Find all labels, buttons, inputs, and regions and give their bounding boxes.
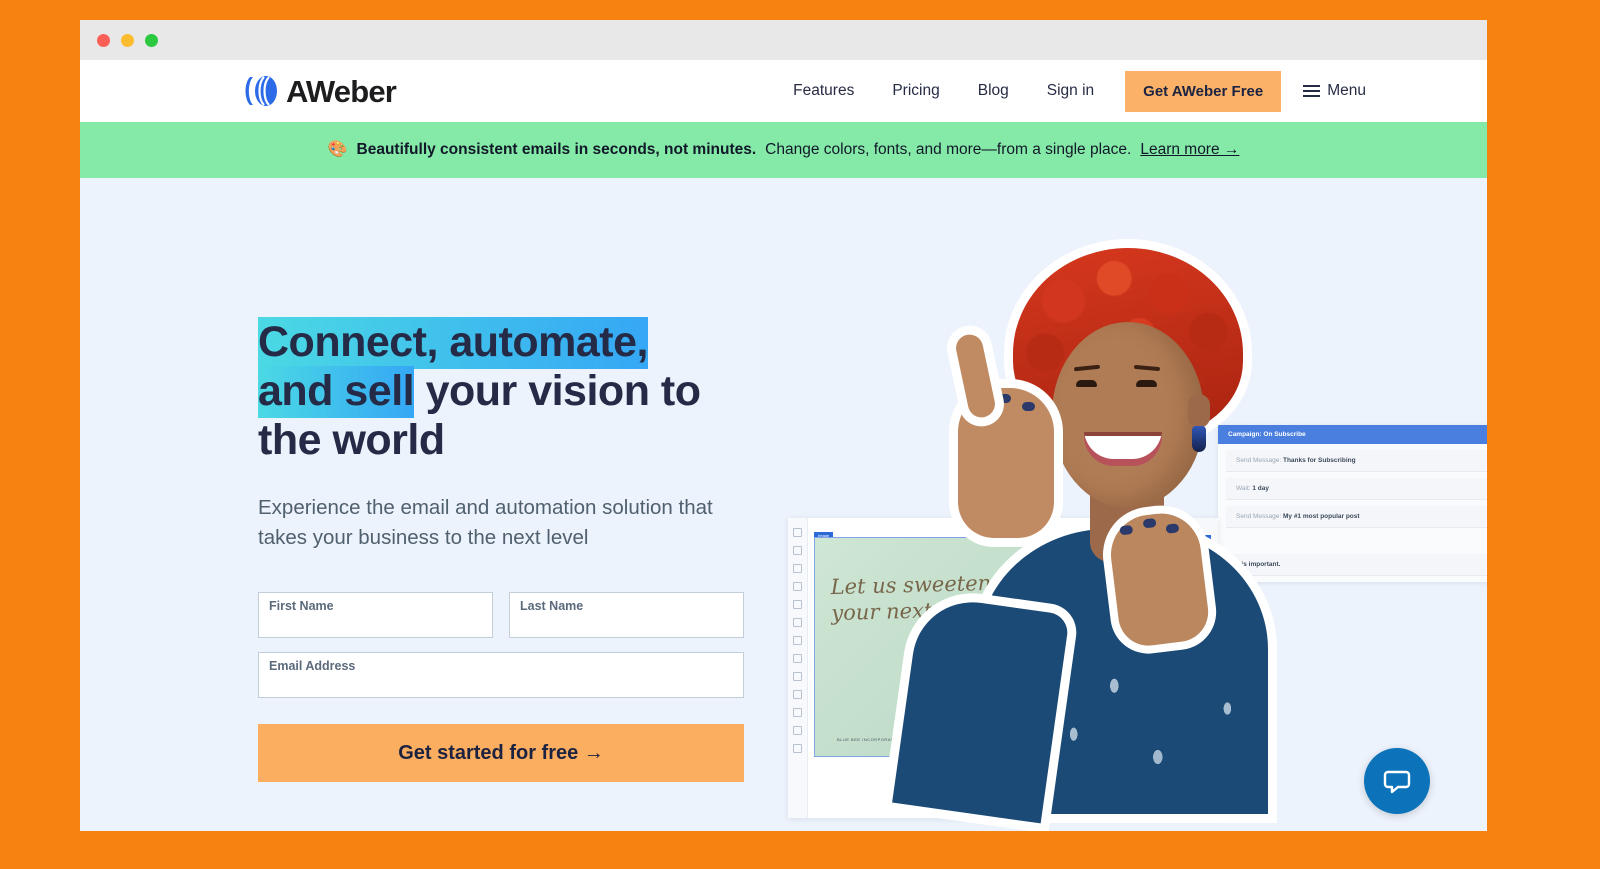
headline-highlight-2: and sell [258,366,415,419]
maximize-window-button[interactable] [145,33,158,47]
hero-copy-column: Connect, automate, and sell your vision … [258,317,758,783]
page-title: Connect, automate, and sell your vision … [258,317,758,465]
pencil-tool-icon[interactable] [793,672,802,681]
first-name-field[interactable]: First Name [258,592,493,639]
close-window-button[interactable] [97,33,110,47]
live-chat-button[interactable] [1364,748,1430,814]
hamburger-icon [1303,85,1321,97]
signup-form: First Name Last Name Email Address Get s… [258,592,744,783]
email-input[interactable] [259,653,743,698]
editor-toolbar [788,518,808,818]
spacer-tool-icon[interactable] [793,690,802,699]
person-arm [892,594,1070,824]
browser-window: AWeber Features Pricing Blog Sign in Get… [80,20,1487,831]
hero-person-photo [892,214,1320,824]
headline-line-3: the world [258,416,445,465]
primary-nav: Features Pricing Blog Sign in Get AWeber… [774,70,1366,112]
aweber-logo[interactable]: AWeber [242,73,397,109]
aweber-logo-icon [245,76,277,106]
headline-highlight-1: Connect, automate, [258,317,649,369]
signature-tool-icon[interactable] [793,618,802,627]
chat-bubble-icon [1383,770,1411,794]
minimize-window-button[interactable] [121,33,134,47]
coupon-tool-icon[interactable] [793,654,802,663]
hero-section: Connect, automate, and sell your vision … [80,178,1487,831]
nav-link-features[interactable]: Features [774,82,873,100]
rss-tool-icon[interactable] [793,726,802,735]
text-tool-icon[interactable] [793,528,802,537]
image-tool-icon[interactable] [793,546,802,555]
person-eye-right [1136,380,1157,387]
person-earring [1192,426,1206,452]
aweber-logo-text: AWeber [286,73,397,109]
nav-link-blog[interactable]: Blog [959,82,1028,100]
person-nail [1165,523,1180,534]
nav-link-pricing[interactable]: Pricing [873,82,958,100]
video-tool-icon[interactable] [793,582,802,591]
get-started-button[interactable]: Get started for free → [258,724,744,783]
person-face [1052,322,1204,508]
menu-label: Menu [1327,82,1366,99]
email-brand-logo: BLUE BEE INCORPORATED [837,737,901,742]
divider-tool-icon[interactable] [793,636,802,645]
browser-titlebar [80,20,1487,60]
headline-line-1: Connect, automate, [258,317,758,369]
headline-line-2: and sell your vision to [258,366,758,419]
banner-headline: Beautifully consistent emails in seconds… [356,141,757,158]
button-tool-icon[interactable] [793,564,802,573]
announcement-banner: 🎨 Beautifully consistent emails in secon… [80,122,1487,178]
person-hand-right [1106,509,1212,649]
settings-tool-icon[interactable] [793,744,802,753]
first-name-input[interactable] [259,593,492,638]
menu-toggle[interactable]: Menu [1303,82,1366,100]
hero-illustration: Campaign: On Subscribe Send Message: Tha… [780,178,1487,824]
banner-subtext: Change colors, fonts, and more—from a si… [765,141,1132,158]
person-ear [1188,394,1210,428]
person-pointing-finger [953,332,998,420]
palette-icon: 🎨 [327,141,348,158]
banner-learn-more-link[interactable]: Learn more → [1140,141,1239,159]
person-nail [1142,517,1157,529]
person-nail [998,394,1011,403]
site-header: AWeber Features Pricing Blog Sign in Get… [80,60,1487,122]
last-name-field[interactable]: Last Name [509,592,744,639]
person-nail [1022,402,1035,411]
share-tool-icon[interactable] [793,600,802,609]
person-eye-left [1076,380,1097,387]
name-fields-row: First Name Last Name [258,592,744,639]
gallery-tool-icon[interactable] [793,708,802,717]
hero-subheadline: Experience the email and automation solu… [258,496,713,549]
email-field[interactable]: Email Address [258,652,744,699]
headline-line-2-rest: your vision to [414,367,701,416]
nav-link-sign-in[interactable]: Sign in [1028,82,1113,100]
get-aweber-free-button[interactable]: Get AWeber Free [1125,70,1282,112]
last-name-input[interactable] [510,593,743,638]
person-nail [1119,524,1134,536]
